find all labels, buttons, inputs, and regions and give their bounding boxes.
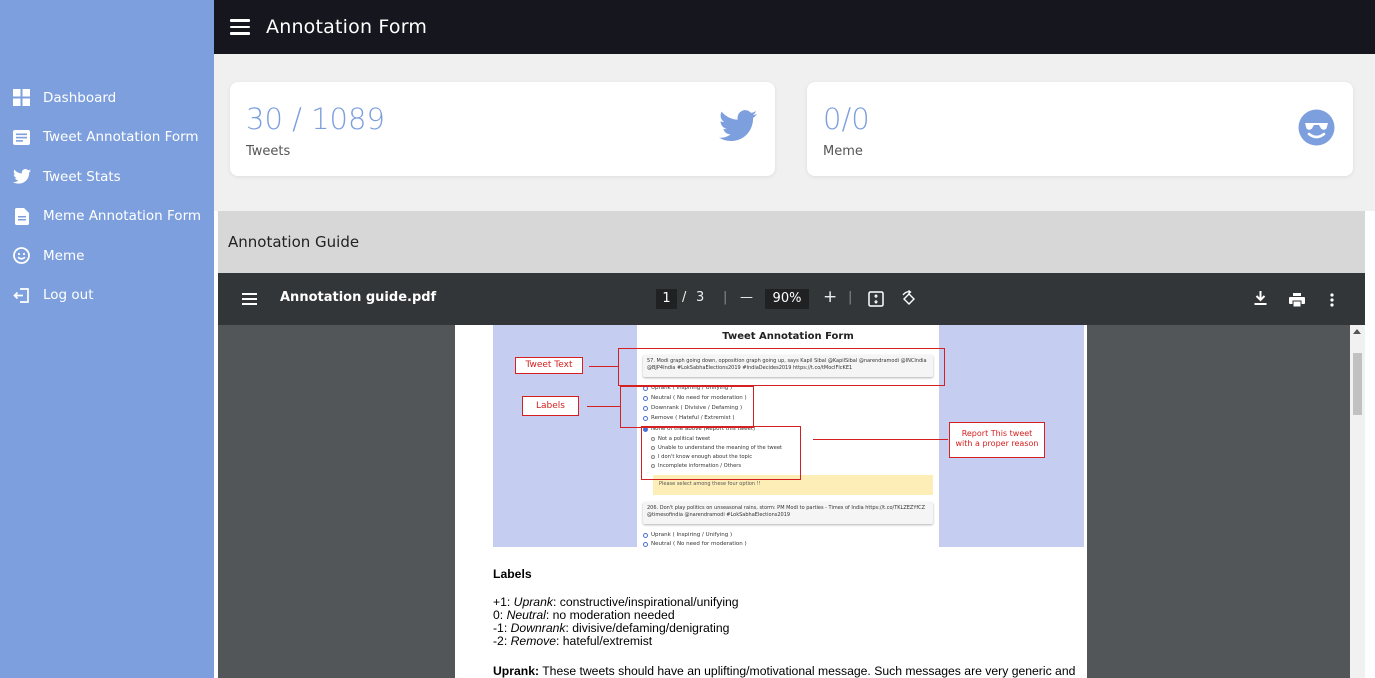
page-number-input[interactable]: 1 xyxy=(656,289,677,309)
label-prefix: -2: xyxy=(493,634,511,648)
label-prefix: 0: xyxy=(493,608,507,622)
uprank-text: These tweets should have an uplifting/mo… xyxy=(539,664,1076,678)
label-desc: : hateful/extremist xyxy=(556,634,653,648)
uprank-paragraph: Uprank: These tweets should have an upli… xyxy=(493,665,1075,678)
print-icon[interactable] xyxy=(1289,292,1305,311)
sidebar-nav: Dashboard Tweet Annotation Form Tweet St… xyxy=(0,78,214,315)
meme-label: Meme xyxy=(823,144,863,159)
sidebar-item-log-out[interactable]: Log out xyxy=(0,276,214,316)
tweets-count: 30 / 1089 xyxy=(246,102,385,136)
report-callout-line-2: with a proper reason xyxy=(955,439,1039,448)
pdf-page: Tweet Annotation Form 57. Modi graph goi… xyxy=(455,325,1087,678)
meme-count: 0/0 xyxy=(823,102,870,136)
option-label: Uprank ( Inspiring / Unifying ) xyxy=(651,532,733,538)
arrow-icon xyxy=(813,439,948,440)
labels-heading: Labels xyxy=(493,568,532,581)
label-line: -2: Remove: hateful/extremist xyxy=(493,635,652,648)
tweets-label: Tweets xyxy=(246,144,291,159)
tweets-stat-card: 30 / 1089 Tweets xyxy=(230,82,775,176)
meme-stat-card: 0/0 Meme xyxy=(807,82,1353,176)
sidebar-item-label: Meme Annotation Form xyxy=(43,208,202,225)
download-icon[interactable] xyxy=(1254,291,1267,310)
option-label: Neutral ( No need for moderation ) xyxy=(651,541,747,547)
label-desc: : divisive/defaming/denigrating xyxy=(565,621,730,635)
label-desc: : no moderation needed xyxy=(545,608,675,622)
label-term: Neutral xyxy=(506,608,546,622)
labels-highlight xyxy=(620,386,754,428)
sidebar-item-label: Dashboard xyxy=(43,89,117,106)
label-term: Uprank xyxy=(513,595,553,609)
pdf-viewer[interactable]: Tweet Annotation Form 57. Modi graph goi… xyxy=(218,325,1365,678)
label-line: 0: Neutral: no moderation needed xyxy=(493,609,675,622)
hamburger-menu-icon[interactable] xyxy=(230,19,250,35)
fit-page-icon[interactable] xyxy=(868,291,884,311)
sunglasses-smiley-icon xyxy=(1298,109,1335,150)
sidebar: Dashboard Tweet Annotation Form Tweet St… xyxy=(0,0,214,678)
sidebar-item-tweet-annotation-form[interactable]: Tweet Annotation Form xyxy=(0,118,214,158)
screenshot-option: Uprank ( Inspiring / Unifying ) xyxy=(643,532,732,538)
label-term: Downrank xyxy=(510,621,566,635)
sidebar-item-label: Meme xyxy=(43,247,85,264)
scrollbar-thumb[interactable] xyxy=(1353,353,1362,415)
label-line: +1: Uprank: constructive/inspirational/u… xyxy=(493,596,739,609)
form-icon xyxy=(12,128,31,147)
sidebar-item-dashboard[interactable]: Dashboard xyxy=(0,78,214,118)
sidebar-item-meme-annotation-form[interactable]: Meme Annotation Form xyxy=(0,197,214,237)
screenshot-option: Neutral ( No need for moderation ) xyxy=(643,541,747,547)
smiley-icon xyxy=(12,246,31,265)
labels-heading-text: Labels xyxy=(493,567,532,581)
twitter-icon xyxy=(719,110,757,146)
dashboard-icon xyxy=(12,88,31,107)
report-callout-line-1: Report This tweet xyxy=(961,429,1033,438)
uprank-term: Uprank: xyxy=(493,664,540,678)
screenshot-form-title: Tweet Annotation Form xyxy=(722,331,854,342)
report-highlight xyxy=(641,426,801,480)
zoom-in-button[interactable]: + xyxy=(823,287,837,307)
twitter-icon xyxy=(12,167,31,186)
scroll-up-icon[interactable] xyxy=(1353,329,1361,334)
pdf-filename: Annotation guide.pdf xyxy=(280,290,437,305)
sidebar-item-label: Tweet Annotation Form xyxy=(43,129,199,146)
label-desc: : constructive/inspirational/unifying xyxy=(552,595,739,609)
toolbar-divider: | xyxy=(723,290,728,305)
logout-icon xyxy=(12,286,31,305)
top-app-bar: Annotation Form xyxy=(214,0,1375,54)
sidebar-item-label: Tweet Stats xyxy=(43,168,121,185)
label-prefix: +1: xyxy=(493,595,514,609)
page-title: Annotation Form xyxy=(266,16,428,38)
annotation-guide-title: Annotation Guide xyxy=(228,233,360,251)
rotate-icon[interactable] xyxy=(900,289,918,312)
annotation-guide-header: Annotation Guide xyxy=(218,211,1365,273)
toolbar-divider: | xyxy=(848,290,853,305)
document-icon xyxy=(12,207,31,226)
page-total: 3 xyxy=(696,290,705,305)
sidebar-item-tweet-stats[interactable]: Tweet Stats xyxy=(0,157,214,197)
sidebar-item-label: Log out xyxy=(43,287,94,304)
report-callout: Report This tweet with a proper reason xyxy=(949,422,1045,458)
arrow-icon xyxy=(587,406,621,407)
pdf-scrollbar[interactable] xyxy=(1350,325,1365,678)
arrow-icon xyxy=(589,366,619,367)
annotation-form-screenshot: Tweet Annotation Form 57. Modi graph goi… xyxy=(493,325,1084,547)
label-term: Remove xyxy=(510,634,556,648)
pdf-menu-icon[interactable] xyxy=(242,293,257,305)
screenshot-tweet-2: 206. Don't play politics on unseasonal r… xyxy=(643,502,933,524)
page-separator: / xyxy=(682,290,687,305)
zoom-out-button[interactable]: — xyxy=(740,290,753,305)
tweet-text-highlight xyxy=(618,348,945,386)
label-prefix: -1: xyxy=(493,621,511,635)
zoom-level-input[interactable]: 90% xyxy=(765,289,809,309)
more-options-icon[interactable] xyxy=(1330,292,1334,311)
labels-callout: Labels xyxy=(522,396,579,416)
label-line: -1: Downrank: divisive/defaming/denigrat… xyxy=(493,622,729,635)
pdf-toolbar: Annotation guide.pdf 1 / 3 | — 90% + | xyxy=(218,273,1365,325)
sidebar-item-meme[interactable]: Meme xyxy=(0,236,214,276)
tweet-text-callout: Tweet Text xyxy=(515,357,583,374)
